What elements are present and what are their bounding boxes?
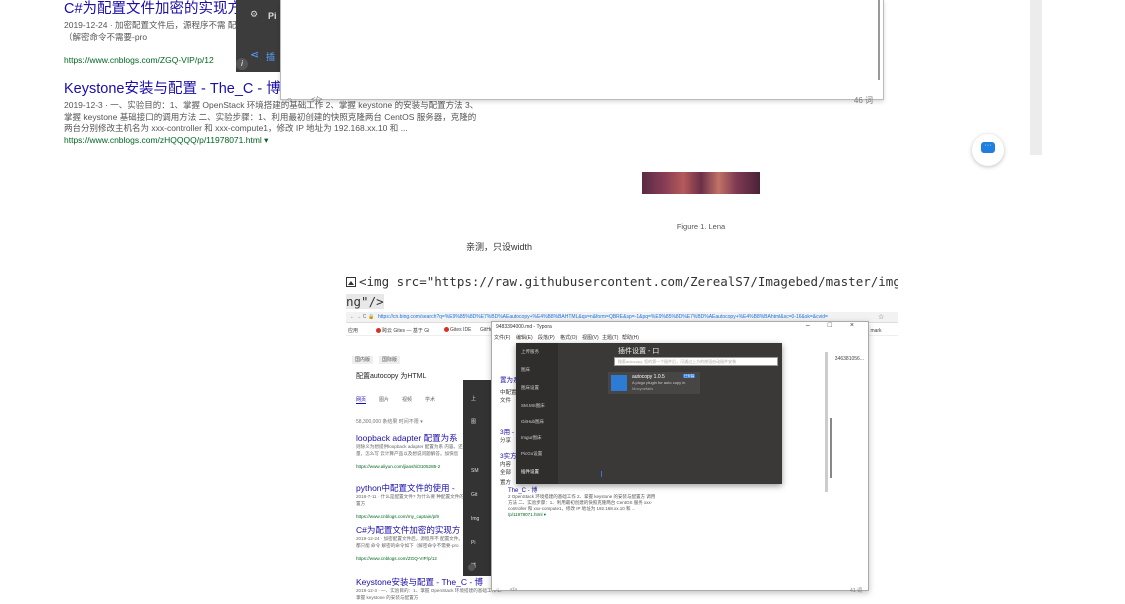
picgo-settings-label[interactable]: Pi: [268, 11, 277, 21]
picgo-nav: 上传服务 图床 图床设置 SM.MS图床 GitHub图床 Imgur图床 Pi…: [516, 343, 558, 484]
back-icon[interactable]: ← → C: [350, 314, 366, 320]
bookmark-item[interactable]: 应用: [348, 327, 358, 334]
sidebar-item[interactable]: Pi: [471, 540, 475, 546]
title-bar: 9483394000.md - Typora – □ ×: [492, 322, 868, 332]
plugin-description: A picgo plugin for auto copy in: [632, 380, 686, 385]
paragraph-text: 亲测，只设width: [466, 242, 533, 252]
search-type-tabs: 网页 图片 视频 学术: [356, 396, 448, 404]
nav-bed-settings[interactable]: 图床设置: [521, 385, 539, 391]
outline-toggle-icon[interactable]: ○: [496, 587, 499, 593]
address-url[interactable]: https://cn.bing.com/search?q=%E9%85%8D%E…: [378, 314, 858, 320]
text-cursor: [601, 471, 602, 477]
tab-videos[interactable]: 视频: [402, 397, 412, 403]
tab-academic[interactable]: 学术: [425, 397, 435, 403]
keystone-result: The_C - 博 2 OpenStack 环境搭建的基础工作 2、掌握 key…: [508, 488, 658, 518]
menu-bar: 文件(F) 编辑(E) 段落(P) 格式(O) 视图(V) 主题(T) 帮助(H…: [492, 333, 868, 342]
embedded-screenshot: ← → C 🔒 https://cn.bing.com/search?q=%E9…: [346, 312, 898, 604]
scrollbar-track[interactable]: [825, 352, 828, 492]
lock-icon: 🔒: [368, 314, 375, 320]
menu-paragraph[interactable]: 段落(P): [538, 334, 555, 341]
typora-window-fragment: ○ </> 46 词: [280, 0, 884, 105]
word-count[interactable]: 41 词: [850, 587, 862, 594]
nav-plugin-settings[interactable]: 插件设置: [521, 469, 539, 475]
result-url[interactable]: https://www.cnblogs.com/zHQQQQ/p/1197807…: [64, 135, 484, 146]
code-line-1: <img src="https://raw.githubusercontent.…: [359, 274, 898, 289]
plugin-search-input[interactable]: 搜索autocopy, 您的第一个插件后，可通过上方的按钮启动插件安装: [614, 357, 778, 366]
result-title-link[interactable]: Keystone安装与配置 - The_C - 博: [356, 576, 506, 588]
installed-badge: 已安装: [683, 374, 695, 378]
nav-gallery[interactable]: 图床: [521, 367, 530, 373]
nav-picgo-settings[interactable]: PicGo设置: [521, 451, 542, 457]
sidebar-item[interactable]: 上: [471, 395, 476, 402]
result-count: 58,300,000 条结果 时间不限 ▾: [356, 419, 423, 425]
picgo-sidebar-fragment: 上 图 SM Git Img Pi 插: [463, 380, 493, 576]
nav-smms[interactable]: SM.MS图床: [521, 403, 545, 409]
menu-view[interactable]: 视图(V): [582, 334, 599, 341]
window-edge: [878, 0, 880, 80]
picgo-plugin-settings: 上传服务 图床 图床设置 SM.MS图床 GitHub图床 Imgur图床 Pi…: [516, 343, 782, 484]
menu-edit[interactable]: 编辑(E): [516, 334, 533, 341]
image-icon: [346, 277, 356, 287]
sidebar-item[interactable]: 图: [471, 418, 476, 425]
outline-toggle-icon[interactable]: ○: [287, 95, 292, 104]
doc-text: 346381056...: [834, 356, 864, 362]
plugin-settings-title: 插件设置 - 口: [618, 348, 660, 355]
window-title: 9483394000.md - Typora: [496, 324, 552, 330]
tab-web[interactable]: 网页: [356, 397, 367, 404]
menu-theme[interactable]: 主题(T): [602, 334, 618, 341]
plugin-card[interactable]: autocopy 1.0.5 A picgo plugin for auto c…: [608, 372, 700, 394]
result-url[interactable]: /p/11978071.html ▾: [508, 512, 658, 518]
plugin-author: Mocynefalis: [632, 386, 654, 391]
info-icon[interactable]: [468, 564, 475, 571]
nav-imgur[interactable]: Imgur图床: [521, 435, 542, 441]
bookmark-item[interactable]: Gites IDE: [444, 327, 471, 333]
list-item: Keystone安装与配置 - The_C - 博 2019-12-3 · 一、…: [356, 576, 506, 604]
source-code-toggle-icon[interactable]: </>: [311, 95, 323, 104]
nav-github[interactable]: GitHub图床: [521, 419, 544, 425]
sidebar-item[interactable]: Img: [471, 516, 479, 522]
scrollbar-thumb[interactable]: [830, 418, 832, 478]
img-tag-source[interactable]: <img src="https://raw.githubusercontent.…: [346, 272, 898, 312]
source-code-toggle-icon[interactable]: </>: [510, 587, 517, 593]
chat-icon: ···: [981, 142, 995, 153]
figure-caption: Figure 1. Lena: [676, 222, 726, 231]
word-count[interactable]: 46 词: [854, 95, 873, 106]
tab-domestic[interactable]: 国内版: [352, 356, 374, 364]
search-query[interactable]: 配置autocopy 为HTML: [356, 371, 426, 381]
result-description: 2 OpenStack 环境搭建的基础工作 2、掌握 keystone 的安装与…: [508, 494, 656, 511]
scrollbar[interactable]: [1030, 0, 1042, 155]
sidebar-item[interactable]: Git: [471, 492, 477, 498]
bookmark-item[interactable]: 跨云 Gites — 基于 Gi: [376, 327, 429, 334]
region-tabs: 国内版 国际版: [352, 356, 406, 364]
star-icon[interactable]: ☆: [878, 313, 884, 321]
plugin-settings-label[interactable]: 插: [266, 50, 275, 63]
window-controls[interactable]: – □ ×: [806, 322, 862, 329]
nav-upload[interactable]: 上传服务: [521, 349, 539, 355]
menu-format[interactable]: 格式(O): [560, 334, 577, 341]
code-line-2: ng"/>: [346, 294, 384, 309]
plugin-icon: [611, 375, 627, 391]
menu-help[interactable]: 帮助(H): [622, 334, 639, 341]
chat-button[interactable]: ···: [972, 134, 1004, 166]
share-icon: ⋖: [250, 49, 260, 61]
sidebar-item[interactable]: SM: [471, 468, 479, 474]
tab-international[interactable]: 国际版: [379, 356, 401, 364]
bookmark-favicon: [376, 328, 381, 333]
menu-file[interactable]: 文件(F): [494, 334, 510, 341]
tab-images[interactable]: 图片: [379, 397, 389, 403]
gear-icon: ⚙: [250, 9, 259, 19]
info-icon[interactable]: i: [236, 58, 248, 70]
result-description: 2019-12-3 · 一、实验目的：1、掌握 OpenStack 环境搭建的基…: [356, 588, 505, 600]
result-description: 2019-12-3 · 一、实验目的：1、掌握 OpenStack 环境搭建的基…: [64, 100, 479, 133]
lena-image: [642, 172, 760, 194]
bookmark-favicon: [444, 327, 449, 332]
